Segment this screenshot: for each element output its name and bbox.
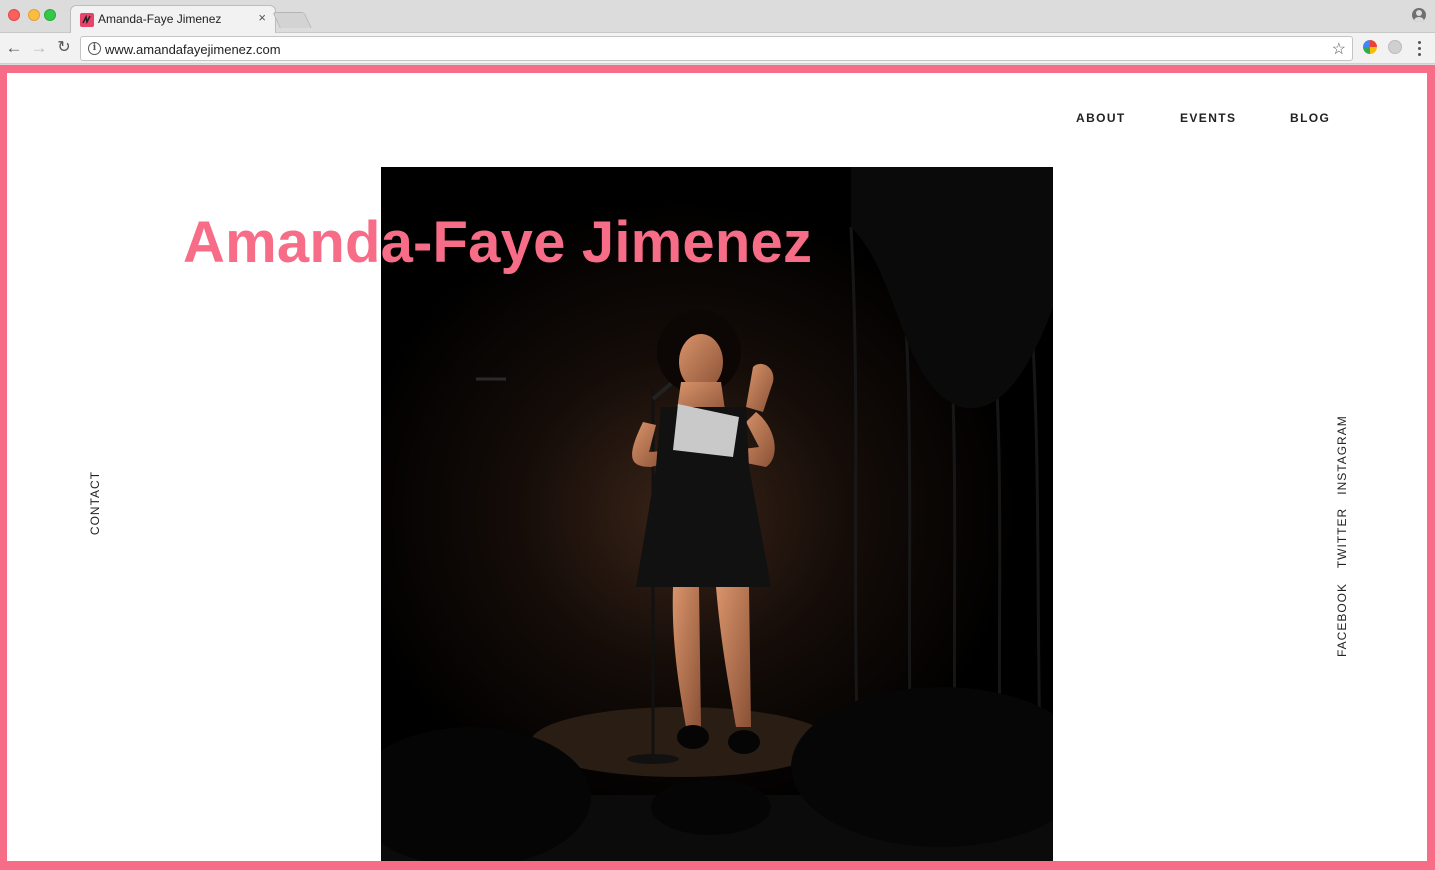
tab-close-icon[interactable]: × [258,11,266,25]
window-minimize-button[interactable] [28,9,40,21]
url-text[interactable]: www.amandafayejimenez.com [105,42,281,57]
reload-icon[interactable]: ↻ [54,38,74,58]
window-zoom-button[interactable] [44,9,56,21]
instagram-link[interactable]: INSTAGRAM [1335,410,1349,500]
extension-icon[interactable] [1388,40,1402,54]
site-title[interactable]: Amanda-Faye Jimenez [183,209,812,276]
site-favicon-icon [80,13,94,27]
window-close-button[interactable] [8,9,20,21]
profile-icon[interactable] [1412,8,1426,22]
browser-tab-active[interactable]: Amanda-Faye Jimenez × [70,5,276,33]
facebook-link[interactable]: FACEBOOK [1335,575,1349,665]
back-arrow-icon[interactable]: ← [4,38,24,58]
nav-blog-link[interactable]: BLOG [1290,111,1330,125]
forward-arrow-icon[interactable]: → [29,38,49,58]
color-extension-icon[interactable] [1363,40,1377,54]
twitter-link[interactable]: TWITTER [1335,493,1349,583]
nav-events-link[interactable]: EVENTS [1180,111,1236,125]
new-tab-button[interactable] [272,12,312,28]
page-frame: ABOUT EVENTS BLOG Amanda-Faye Jimenez CO… [0,65,1435,870]
address-bar[interactable]: i www.amandafayejimenez.com ☆ [80,36,1353,61]
site-info-icon[interactable]: i [88,42,101,55]
nav-about-link[interactable]: ABOUT [1076,111,1126,125]
bookmark-star-icon[interactable]: ☆ [1332,39,1346,59]
browser-toolbar: ← → ↻ i www.amandafayejimenez.com ☆ [0,33,1435,64]
browser-tab-bar: Amanda-Faye Jimenez × [0,0,1435,33]
page-content: ABOUT EVENTS BLOG Amanda-Faye Jimenez CO… [7,73,1427,861]
tab-title: Amanda-Faye Jimenez [98,12,222,26]
browser-menu-icon[interactable] [1412,39,1426,57]
contact-link[interactable]: CONTACT [88,463,102,543]
